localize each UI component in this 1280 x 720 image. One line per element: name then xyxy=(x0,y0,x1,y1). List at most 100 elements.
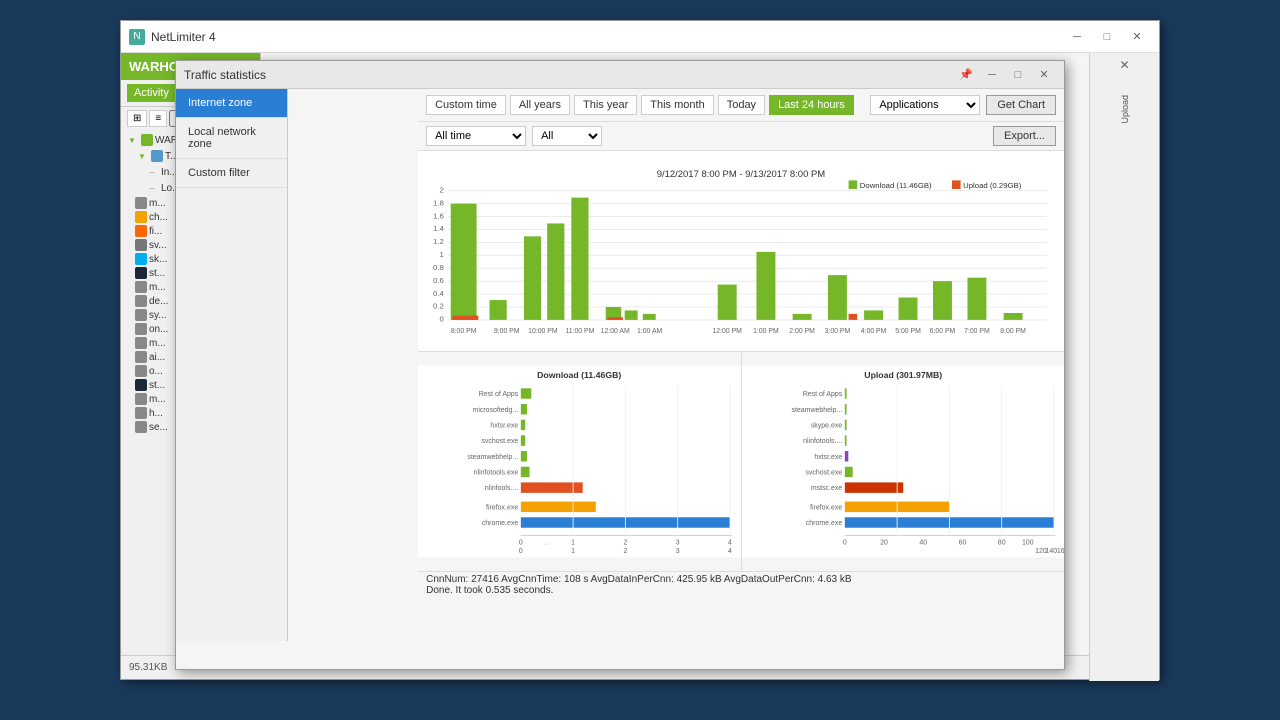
svg-text:Upload (0.29GB): Upload (0.29GB) xyxy=(963,181,1022,190)
close-button[interactable]: ✕ xyxy=(1123,27,1151,47)
bar-9pm xyxy=(490,300,507,320)
svg-text:1.4: 1.4 xyxy=(433,224,444,233)
tree-process-st2-label: st... xyxy=(149,380,165,391)
zone-local[interactable]: Local network zone xyxy=(176,118,287,159)
svg-text:0: 0 xyxy=(519,539,523,546)
bottom-charts: Download (11.46GB) Rest of Apps microsof… xyxy=(418,351,1064,571)
maximize-button[interactable]: □ xyxy=(1093,27,1121,47)
dialog-close-button[interactable]: ✕ xyxy=(1032,66,1056,84)
svg-text:hxtsr.exe: hxtsr.exe xyxy=(490,423,518,430)
stats-line2: Done. It took 0.535 seconds. xyxy=(426,585,1056,596)
time-all-years[interactable]: All years xyxy=(510,95,570,115)
svg-text:12:00 AM: 12:00 AM xyxy=(601,328,630,335)
svg-text:2:00 PM: 2:00 PM xyxy=(789,328,815,335)
stats-line1: CnnNum: 27416 AvgCnnTime: 108 s AvgDataI… xyxy=(426,574,1056,585)
svg-text:8:00 PM: 8:00 PM xyxy=(451,328,477,335)
svg-text:1:00 PM: 1:00 PM xyxy=(753,328,779,335)
dialog-title: Traffic statistics xyxy=(184,68,954,82)
svg-text:2: 2 xyxy=(624,539,628,546)
upload-svg: Upload (301.97MB) Rest of Apps steamwebh… xyxy=(742,352,1064,571)
all-dropdown[interactable]: All Download Upload xyxy=(532,126,602,146)
svg-text:nlinfools....: nlinfools.... xyxy=(485,485,518,492)
time-this-month[interactable]: This month xyxy=(641,95,713,115)
svg-text:140: 140 xyxy=(1045,548,1057,555)
dialog-controls: 📌 ─ □ ✕ xyxy=(954,66,1056,84)
svg-text:chrome.exe: chrome.exe xyxy=(805,520,842,527)
bar-8pm-end xyxy=(1004,313,1023,320)
secondary-toolbar: All time Custom All Download Upload Expo… xyxy=(418,122,1064,151)
svg-text:1:00 AM: 1:00 AM xyxy=(637,328,662,335)
svg-text:6:00 PM: 6:00 PM xyxy=(930,328,956,335)
zone-internet[interactable]: Internet zone xyxy=(176,89,287,118)
dialog-maximize-button[interactable]: □ xyxy=(1006,66,1030,84)
bar-12pm xyxy=(718,285,737,320)
time-custom[interactable]: Custom time xyxy=(426,95,506,115)
bar-11pm xyxy=(571,198,588,320)
zone-custom[interactable]: Custom filter xyxy=(176,159,287,188)
tree-process-o-label: o... xyxy=(149,366,163,377)
svg-text:hxtsr.exe: hxtsr.exe xyxy=(814,454,842,461)
time-this-year[interactable]: This year xyxy=(574,95,637,115)
app-icon: N xyxy=(129,29,145,45)
tree-process-ch-label: ch... xyxy=(149,212,168,223)
dialog-pin-button[interactable]: 📌 xyxy=(954,66,978,84)
export-button[interactable]: Export... xyxy=(993,126,1056,146)
svg-text:4: 4 xyxy=(728,548,732,555)
dialog-statusbar: CnnNum: 27416 AvgCnnTime: 108 s AvgDataI… xyxy=(418,571,1064,598)
svg-text:svchost.exe: svchost.exe xyxy=(482,438,519,445)
bar-5pm xyxy=(899,298,918,320)
time-today[interactable]: Today xyxy=(718,95,765,115)
download-svg: Download (11.46GB) Rest of Apps microsof… xyxy=(418,352,740,571)
tree-process-m4-label: m... xyxy=(149,394,166,405)
svg-text:0.2: 0.2 xyxy=(433,302,444,311)
svg-text:1: 1 xyxy=(571,548,575,555)
upload-bar-12am xyxy=(608,317,624,320)
bar-1am xyxy=(643,314,656,320)
zone-panel: Internet zone Local network zone Custom … xyxy=(176,89,288,641)
svg-text:Download (11.46GB): Download (11.46GB) xyxy=(860,181,932,190)
tree-arrow-icon: ▼ xyxy=(125,133,139,147)
svg-text:nlinfotools.exe: nlinfotools.exe xyxy=(474,470,519,477)
tree-process-h-label: h... xyxy=(149,408,163,419)
svg-text:9:00 PM: 9:00 PM xyxy=(494,328,520,335)
svg-text:3:00 PM: 3:00 PM xyxy=(825,328,851,335)
svg-text:0: 0 xyxy=(519,548,523,555)
svg-text:microsoftedg...: microsoftedg... xyxy=(473,407,519,414)
bar-8pm xyxy=(451,204,477,320)
applications-dropdown[interactable]: Applications Connections xyxy=(870,95,980,115)
bar-4pm xyxy=(864,310,883,319)
main-title: NetLimiter 4 xyxy=(151,30,1063,44)
titlebar-buttons: ─ □ ✕ xyxy=(1063,27,1151,47)
time-toolbar: Custom time All years This year This mon… xyxy=(418,89,1064,122)
upload-chart: Upload (301.97MB) Rest of Apps steamwebh… xyxy=(741,352,1064,571)
svg-text:40: 40 xyxy=(919,539,927,546)
tree-process-sy-label: sy... xyxy=(149,310,167,321)
right-panel-close[interactable]: ✕ xyxy=(1117,57,1133,73)
svg-text:Upload (301.97MB): Upload (301.97MB) xyxy=(864,370,942,380)
time-last-24h[interactable]: Last 24 hours xyxy=(769,95,854,115)
alltime-dropdown[interactable]: All time Custom xyxy=(426,126,526,146)
dialog-minimize-button[interactable]: ─ xyxy=(980,66,1004,84)
svg-text:2: 2 xyxy=(440,185,444,194)
download-chart: Download (11.46GB) Rest of Apps microsof… xyxy=(418,352,740,571)
tree-dash-icon: – xyxy=(145,165,159,179)
upload-bar-8pm xyxy=(453,316,479,320)
tree-process-sk-label: sk... xyxy=(149,254,167,265)
svg-text:1: 1 xyxy=(571,539,575,546)
get-chart-button[interactable]: Get Chart xyxy=(986,95,1056,115)
traffic-stats-dialog: Traffic statistics 📌 ─ □ ✕ Internet zone… xyxy=(175,60,1065,670)
svg-text:firefox.exe: firefox.exe xyxy=(486,504,518,511)
svg-text:12:00 PM: 12:00 PM xyxy=(713,328,743,335)
svg-text:3: 3 xyxy=(676,539,680,546)
bar-6pm xyxy=(933,281,952,320)
minimize-button[interactable]: ─ xyxy=(1063,27,1091,47)
svg-text:0.6: 0.6 xyxy=(433,276,444,285)
tab-activity[interactable]: Activity xyxy=(127,84,176,102)
bar-3pm xyxy=(828,275,847,320)
svg-text:10:00 PM: 10:00 PM xyxy=(528,328,558,335)
svg-text:0: 0 xyxy=(440,315,444,324)
filter-list-btn[interactable]: ≡ xyxy=(149,110,167,127)
svg-text:chrome.exe: chrome.exe xyxy=(482,520,519,527)
bar-1230am xyxy=(625,310,638,319)
filter-grid-btn[interactable]: ⊞ xyxy=(127,110,147,127)
